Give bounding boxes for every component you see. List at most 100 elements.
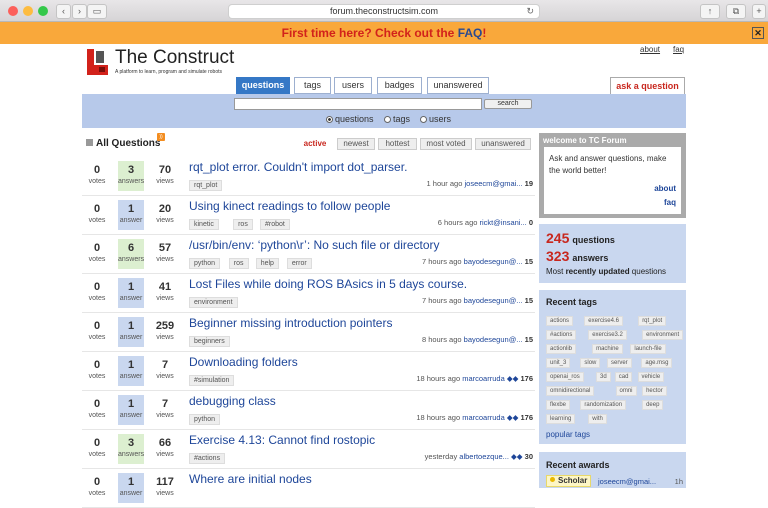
scope-questions-radio[interactable]: questions [326,114,374,124]
recent-tag[interactable]: #actions [546,330,577,340]
share-icon[interactable]: ↑ [700,4,720,19]
question-tag[interactable]: python [189,414,221,425]
about-link[interactable]: about [640,45,660,54]
welcome-about-link[interactable]: about [654,184,676,193]
recent-tag[interactable]: omni [615,386,637,396]
recent-tag[interactable]: launch-file [630,344,666,354]
recent-tag[interactable]: actions [546,316,574,326]
sidebar-toggle-icon[interactable]: ▭ [87,4,107,19]
question-user-link[interactable]: bayodesegun@... [464,296,523,305]
question-row[interactable]: 0 votes 1 answer 41 views Lost Files while doi… [82,274,535,313]
question-row[interactable]: 0 votes 1 answer 259 views Beginner missing in… [82,313,535,352]
question-user-link[interactable]: marcoarruda [462,413,505,422]
question-tag[interactable]: error [286,258,312,269]
question-tag[interactable]: environment [189,297,238,308]
search-button[interactable]: search [484,99,532,109]
welcome-faq-link[interactable]: faq [664,198,676,207]
recent-tag[interactable]: cad [614,372,633,382]
award-badge[interactable]: Scholar [546,475,592,487]
recent-tag[interactable]: vehicle [637,372,665,382]
question-tag[interactable]: ros [228,258,249,269]
recent-tag[interactable]: slow [580,358,601,368]
question-title-link[interactable]: Downloading folders [189,355,298,369]
recent-tag[interactable]: flexbe [546,400,571,410]
question-tag[interactable]: #actions [189,453,226,464]
back-button[interactable]: ‹ [56,4,71,19]
question-row[interactable]: 0 votes 1 answer 117 views Where are initial n… [82,469,535,508]
question-title-link[interactable]: Where are initial nodes [189,472,312,486]
question-title-link[interactable]: debugging class [189,394,276,408]
site-logo[interactable]: The Construct A platform to learn, progr… [85,47,245,77]
recent-tag[interactable]: unit_3 [546,358,571,368]
question-title-link[interactable]: Lost Files while doing ROS BAsics in 5 d… [189,277,467,291]
recent-tag[interactable]: actionlib [546,344,577,354]
question-title-link[interactable]: Using kinect readings to follow people [189,199,390,213]
recent-tag[interactable]: rqt_plot [638,316,667,326]
ask-question-button[interactable]: ask a question [610,77,685,94]
question-title-link[interactable]: /usr/bin/env: ‘python\r’: No such file o… [189,238,440,252]
recent-tag[interactable]: learning [546,414,576,424]
tab-unanswered[interactable]: unanswered [427,77,489,94]
question-user-link[interactable]: bayodesegun@... [464,335,523,344]
scope-tags-radio[interactable]: tags [384,114,410,124]
sort-unanswered[interactable]: unanswered [475,138,531,150]
question-tag[interactable]: #robot [260,219,290,230]
question-row[interactable]: 0 votes 1 answer 7 views Downloading folders #s… [82,352,535,391]
question-tag[interactable]: #simulation [189,375,235,386]
tab-tags[interactable]: tags [294,77,331,94]
forward-button[interactable]: › [72,4,87,19]
tab-questions[interactable]: questions [236,77,290,94]
question-user-link[interactable]: marcoarruda [462,374,505,383]
sort-newest[interactable]: newest [337,138,375,150]
rss-icon[interactable]: )) [157,133,165,141]
minimize-window-button[interactable] [23,6,33,16]
question-tag[interactable]: ros [233,219,253,230]
question-row[interactable]: 0 votes 3 answers 66 views Exercise 4.13: Cann… [82,430,535,469]
close-window-button[interactable] [8,6,18,16]
question-user-link[interactable]: bayodesegun@... [464,257,523,266]
recent-tag[interactable]: openai_ros [546,372,584,382]
search-input[interactable] [234,98,482,110]
faq-link[interactable]: faq [673,45,684,54]
recent-tag[interactable]: server [607,358,632,368]
question-row[interactable]: 0 votes 3 answers 70 views rqt_plot error. Cou… [82,157,535,196]
question-tag[interactable]: help [255,258,279,269]
recent-tag[interactable]: randomization [580,400,627,410]
question-row[interactable]: 0 votes 1 answer 7 views debugging class python… [82,391,535,430]
recent-tag[interactable]: environment [642,330,684,340]
tabs-overview-icon[interactable]: ⧉ [726,4,746,19]
recent-tag[interactable]: exercise4.6 [584,316,623,326]
recent-tag[interactable]: 3d [596,372,611,382]
popular-tags-link[interactable]: popular tags [546,430,590,439]
address-bar[interactable]: forum.theconstructsim.com ↻ [228,4,540,19]
recent-tag[interactable]: with [588,414,607,424]
award-user-link[interactable]: joseecm@gmai... [598,477,656,486]
question-row[interactable]: 0 votes 6 answers 57 views/usr/bin/env: ‘pyth… [82,235,535,274]
recent-tag[interactable]: exercise3.2 [588,330,627,340]
banner-faq-link[interactable]: FAQ [458,26,483,40]
question-tag[interactable]: python [189,258,221,269]
scope-users-radio[interactable]: users [420,114,451,124]
recent-tag[interactable]: machine [592,344,623,354]
question-tag[interactable]: beginners [189,336,230,347]
question-row[interactable]: 0 votes 1 answer 20 views Using kinect reading… [82,196,535,235]
question-tag[interactable]: kinetic [189,219,219,230]
question-user-link[interactable]: rickt@insani... [480,218,527,227]
sort-active[interactable]: active [298,138,332,150]
tab-users[interactable]: users [334,77,372,94]
recent-tag[interactable]: omnidirectional [546,386,595,396]
question-tag[interactable]: rqt_plot [189,180,223,191]
question-title-link[interactable]: rqt_plot error. Couldn't import dot_pars… [189,160,407,174]
sort-most-voted[interactable]: most voted [420,138,472,150]
sort-hottest[interactable]: hottest [378,138,417,150]
reload-icon[interactable]: ↻ [526,5,534,18]
question-title-link[interactable]: Beginner missing introduction pointers [189,316,392,330]
question-user-link[interactable]: albertoezque... [459,452,509,461]
recent-tag[interactable]: age.msg [641,358,673,368]
zoom-window-button[interactable] [38,6,48,16]
question-user-link[interactable]: joseecm@gmai... [465,179,523,188]
banner-close-icon[interactable]: ✕ [752,27,764,39]
new-tab-button[interactable]: + [752,4,766,19]
recent-tag[interactable]: hector [642,386,667,396]
question-title-link[interactable]: Exercise 4.13: Cannot find rostopic [189,433,375,447]
